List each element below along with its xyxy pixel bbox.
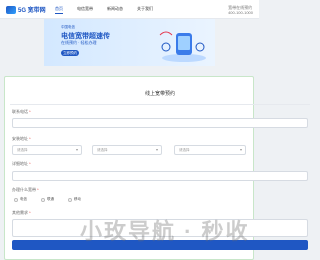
form-divider (10, 104, 310, 105)
district-select[interactable]: 请选择 ▾ (174, 145, 246, 155)
province-select[interactable]: 请选择 ▾ (12, 145, 82, 155)
promo-banner[interactable]: 中国电信 电信宽带超速传 在线预约 · 轻松办理 立即预约 (44, 19, 215, 66)
radio-option-unicom[interactable]: 联通 (41, 197, 54, 202)
site-logo[interactable]: 5G 宽带网 (6, 5, 46, 14)
phone-input[interactable] (12, 118, 308, 128)
banner-subtitle: 在线预约 · 轻松办理 (61, 40, 97, 45)
banner-illustration-icon (159, 31, 206, 62)
radio-option-mobile[interactable]: 移动 (68, 197, 81, 202)
banner-cta-button[interactable]: 立即预约 (61, 50, 79, 56)
contact-line-2: 400-100-1000 (228, 10, 253, 15)
top-navigation-bar: 5G 宽带网 首页 电信宽带 新闻动态 关于我们 宽带在线预约 400-100-… (0, 0, 259, 19)
logo-mark-icon (6, 5, 16, 14)
radio-circle-icon (68, 197, 72, 202)
detail-address-label: 详细地址 * (12, 161, 31, 166)
required-mark: * (29, 210, 31, 215)
nav-item-broadband[interactable]: 电信宽带 (77, 6, 93, 14)
required-mark: * (29, 136, 31, 141)
business-label: 办理什么宽带 * (12, 187, 39, 192)
logo-text: 5G 宽带网 (18, 8, 46, 14)
remark-label: 其他需求 * (12, 210, 31, 215)
detail-address-input[interactable] (12, 171, 308, 181)
nav-item-home[interactable]: 首页 (55, 6, 63, 14)
contact-info: 宽带在线预约 400-100-1000 (228, 5, 253, 15)
required-mark: * (37, 187, 39, 192)
required-mark: * (29, 161, 31, 166)
chevron-down-icon: ▾ (75, 147, 78, 152)
main-nav: 首页 电信宽带 新闻动态 关于我们 (55, 6, 153, 14)
watermark: 小玫导航 · 秒收 (80, 219, 250, 244)
phone-label: 联系电话 * (12, 109, 31, 114)
radio-option-telecom[interactable]: 电信 (14, 197, 27, 202)
nav-item-about[interactable]: 关于我们 (137, 6, 153, 14)
city-select[interactable]: 请选择 ▾ (92, 145, 162, 155)
banner-brand: 中国电信 (61, 25, 75, 29)
radio-circle-icon (14, 197, 18, 202)
form-title: 线上宽带预约 (144, 91, 175, 97)
required-mark: * (29, 109, 31, 114)
nav-item-news[interactable]: 新闻动态 (107, 6, 123, 14)
chevron-down-icon: ▾ (155, 147, 158, 152)
radio-circle-icon (41, 197, 45, 202)
chevron-down-icon: ▾ (239, 147, 242, 152)
isp-radio-group: 电信 联通 移动 (14, 197, 81, 202)
address-label: 安装地址 * (12, 136, 31, 141)
